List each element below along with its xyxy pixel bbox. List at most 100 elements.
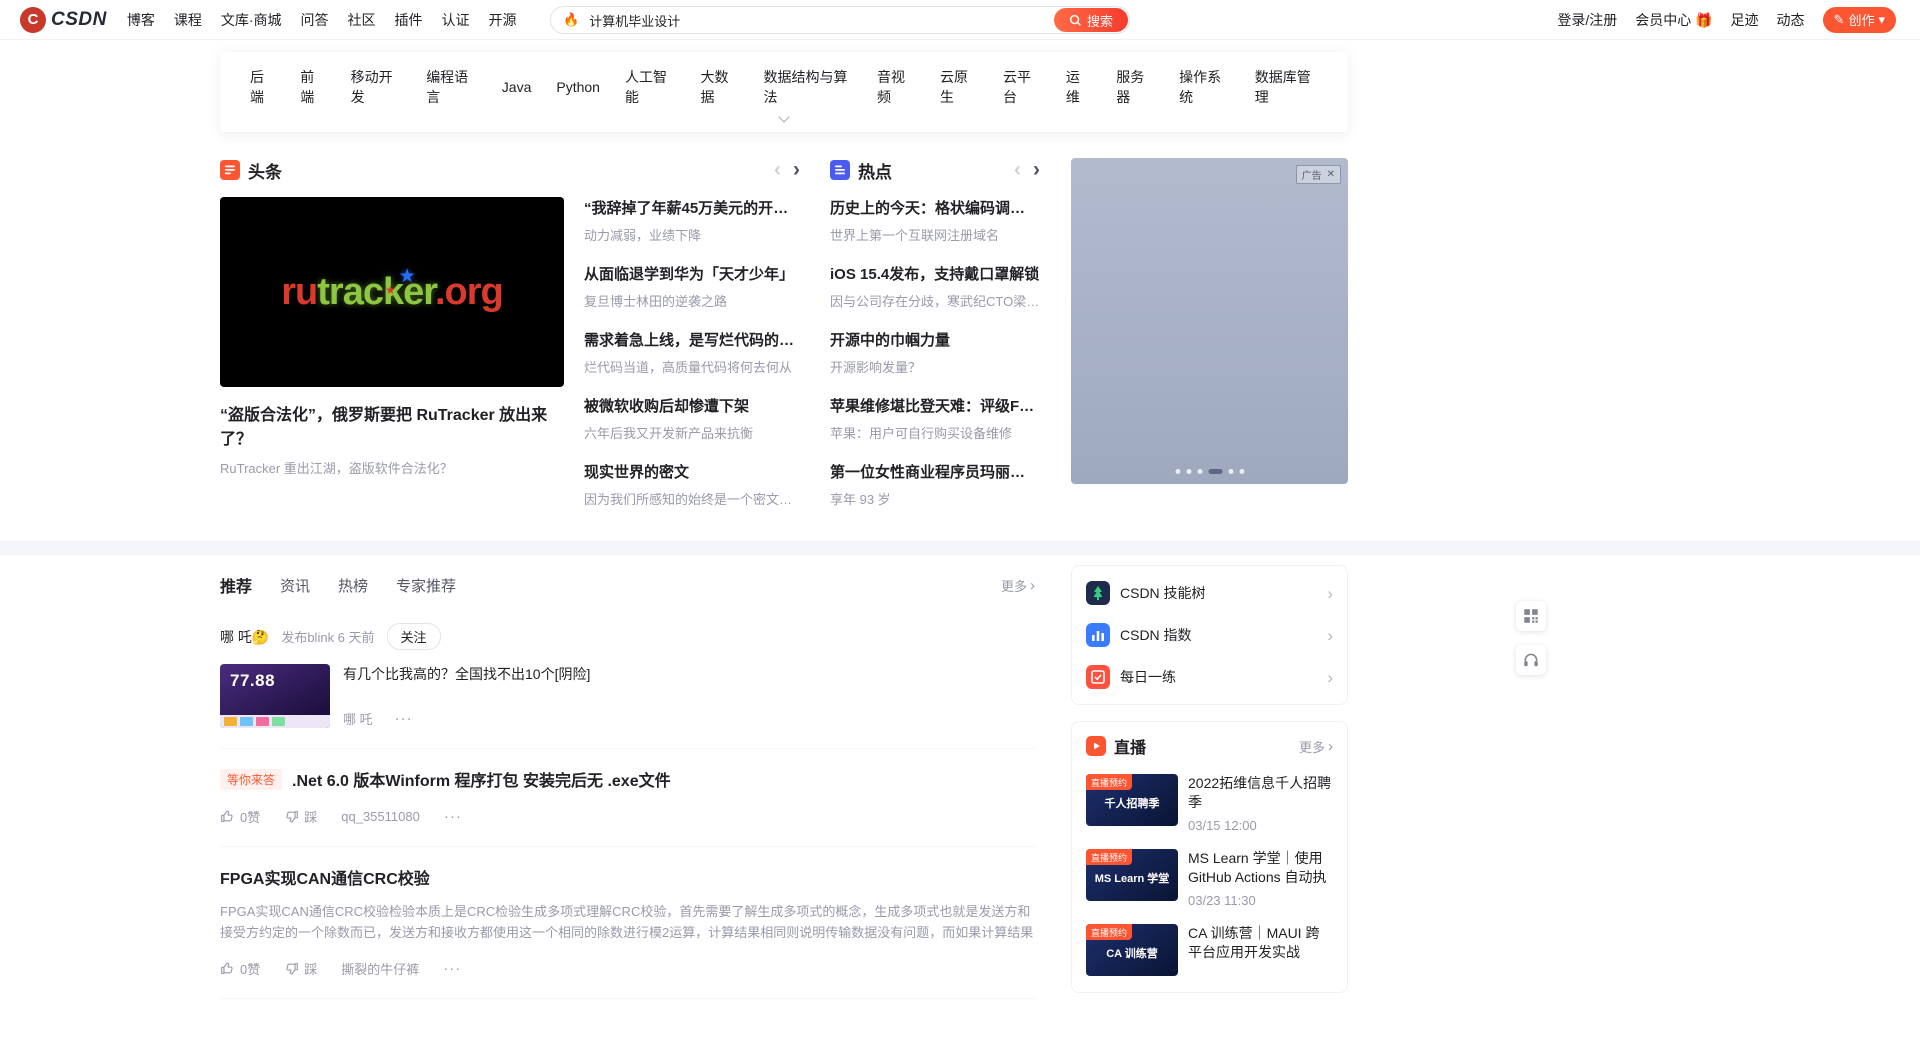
nav-plugin[interactable]: 插件	[395, 10, 423, 30]
footer-author[interactable]: 哪 吒	[343, 709, 373, 728]
nav-library-mall[interactable]: 文库·商城	[221, 10, 282, 30]
hot-prev-button[interactable]: ‹	[1014, 160, 1021, 180]
hot-next-button[interactable]: ›	[1033, 160, 1040, 180]
feed-item-question[interactable]: 等你来答 .Net 6.0 版本Winform 程序打包 安装完后无 .exe文…	[220, 749, 1035, 847]
carousel-dot[interactable]	[1175, 469, 1180, 474]
headline-image[interactable]: rutracker.org ★ ★	[220, 197, 564, 387]
tab-expert[interactable]: 专家推荐	[396, 575, 456, 596]
csdn-logo[interactable]: C CSDN	[20, 7, 107, 33]
dislike-button[interactable]: 踩	[284, 807, 317, 826]
feed-item-blog[interactable]: FPGA实现CAN通信CRC校验 FPGA实现CAN通信CRC校验检验本质上是C…	[220, 847, 1035, 999]
sidebar-item-csdn-index[interactable]: CSDN 指数 ›	[1086, 614, 1333, 656]
news-item[interactable]: 从面临退学到华为「天才少年」 复旦博士林田的逆袭之路	[584, 263, 800, 310]
news-item[interactable]: 现实世界的密文 因为我们所感知的始终是一个密文世界…	[584, 461, 800, 508]
like-button[interactable]: 0赞	[220, 959, 260, 978]
ad-banner[interactable]: 广告 ✕	[1071, 158, 1348, 484]
create-button[interactable]: ✎ 创作 ▾	[1823, 7, 1896, 33]
tab-news[interactable]: 资讯	[280, 575, 310, 596]
nav-qa[interactable]: 问答	[301, 10, 329, 30]
like-button[interactable]: 0赞	[220, 807, 260, 826]
author-name[interactable]: 哪 吒🤔	[220, 627, 269, 647]
live-badge: 直播预约	[1086, 774, 1132, 790]
more-options-icon[interactable]: ···	[444, 808, 462, 825]
nav-blog[interactable]: 博客	[127, 10, 155, 30]
tab-recommend[interactable]: 推荐	[220, 573, 252, 597]
live-thumbnail: 直播预约 MS Learn 学堂	[1086, 849, 1178, 901]
news-item[interactable]: 历史上的今天：格状编码调制的发… 世界上第一个互联网注册域名	[830, 197, 1040, 244]
nav-certification[interactable]: 认证	[442, 10, 470, 30]
footprint-link[interactable]: 足迹	[1731, 10, 1759, 30]
live-more-link[interactable]: 更多 ›	[1299, 737, 1333, 756]
category-item[interactable]: 前端	[300, 67, 325, 107]
category-item[interactable]: 数据库管理	[1255, 67, 1318, 107]
nav-course[interactable]: 课程	[174, 10, 202, 30]
carousel-dot-active[interactable]	[1208, 469, 1222, 474]
headlines-icon	[220, 160, 240, 180]
news-item[interactable]: 苹果维修堪比登天难：评级F，获... 苹果：用户可自行购买设备维修	[830, 395, 1040, 442]
search-button[interactable]: 搜索	[1054, 8, 1128, 32]
category-expand-button[interactable]	[250, 107, 1318, 128]
category-item[interactable]: 运维	[1066, 67, 1091, 107]
post-text[interactable]: 有几个比我高的？全国找不出10个[阴险]	[343, 664, 1035, 684]
customer-service-button[interactable]	[1516, 645, 1546, 675]
tab-ranking[interactable]: 热榜	[338, 575, 368, 596]
feed-item-blink[interactable]: 哪 吒🤔 发布blink 6 天前 关注 77.88 有几个比我高的？全国找不出…	[220, 605, 1035, 749]
search-input[interactable]	[581, 13, 1129, 28]
live-item[interactable]: 直播预约 CA 训练营 CA 训练营｜MAUI 跨平台应用开发实战	[1086, 924, 1333, 976]
more-options-icon[interactable]: ···	[395, 710, 413, 727]
carousel-dot[interactable]	[1186, 469, 1191, 474]
moments-link[interactable]: 动态	[1777, 10, 1805, 30]
carousel-dot[interactable]	[1239, 469, 1244, 474]
sidebar-item-skill-tree[interactable]: CSDN 技能树 ›	[1086, 572, 1333, 614]
category-item[interactable]: 音视频	[877, 67, 915, 107]
post-thumbnail[interactable]: 77.88	[220, 664, 330, 728]
headline-main-story[interactable]: rutracker.org ★ ★ “盗版合法化”，俄罗斯要把 RuTracke…	[220, 197, 564, 527]
category-item[interactable]: Java	[502, 79, 532, 95]
news-item[interactable]: 第一位女性商业程序员玛丽库姆斯… 享年 93 岁	[830, 461, 1040, 508]
news-item[interactable]: 被微软收购后却惨遭下架 六年后我又开发新产品来抗衡	[584, 395, 800, 442]
category-item[interactable]: 移动开发	[351, 67, 402, 107]
carousel-dot[interactable]	[1197, 469, 1202, 474]
live-item[interactable]: 直播预约 MS Learn 学堂 MS Learn 学堂｜使用 GitHub A…	[1086, 849, 1333, 908]
post-title[interactable]: .Net 6.0 版本Winform 程序打包 安装完后无 .exe文件	[292, 767, 671, 791]
sidebar-item-daily-practice[interactable]: 每日一练 ›	[1086, 656, 1333, 698]
carousel-dot[interactable]	[1228, 469, 1233, 474]
ad-close-icon[interactable]: ✕	[1327, 170, 1335, 180]
news-item[interactable]: 需求着急上线，是写烂代码的理由… 烂代码当道，高质量代码将何去何从	[584, 329, 800, 376]
news-item[interactable]: iOS 15.4发布，支持戴口罩解锁 因与公司存在分歧，寒武纪CTO梁军…	[830, 263, 1040, 310]
headlines-prev-button[interactable]: ‹	[774, 160, 781, 180]
news-item[interactable]: 开源中的巾帼力量 开源影响发量？	[830, 329, 1040, 376]
live-title[interactable]: MS Learn 学堂｜使用 GitHub Actions 自动执行…	[1188, 849, 1333, 887]
post-username[interactable]: 撕裂的牛仔裤	[341, 959, 419, 978]
category-item[interactable]: Python	[556, 79, 600, 95]
category-item[interactable]: 大数据	[701, 67, 739, 107]
thumbnail-strip	[220, 715, 330, 728]
search-button-label: 搜索	[1087, 11, 1113, 30]
category-item[interactable]: 编程语言	[426, 67, 477, 107]
qr-code-button[interactable]	[1516, 601, 1546, 631]
live-title[interactable]: 2022拓维信息千人招聘季	[1188, 774, 1333, 812]
news-item[interactable]: “我辞掉了年薪45万美元的开发工作” 动力减弱，业绩下降	[584, 197, 800, 244]
category-item[interactable]: 云原生	[940, 67, 978, 107]
dislike-button[interactable]: 踩	[284, 959, 317, 978]
post-title[interactable]: FPGA实现CAN通信CRC校验	[220, 865, 1035, 889]
live-item[interactable]: 直播预约 千人招聘季 2022拓维信息千人招聘季 03/15 12:00	[1086, 774, 1333, 833]
category-item[interactable]: 操作系统	[1179, 67, 1230, 107]
category-item[interactable]: 数据结构与算法	[764, 67, 853, 107]
nav-community[interactable]: 社区	[348, 10, 376, 30]
headlines-next-button[interactable]: ›	[793, 160, 800, 180]
thumbs-up-icon	[220, 961, 235, 976]
category-item[interactable]: 服务器	[1116, 67, 1154, 107]
search-bar[interactable]: 🔥 搜索	[550, 6, 1130, 34]
feed-more-link[interactable]: 更多 ›	[1001, 576, 1035, 595]
nav-opensource[interactable]: 开源	[489, 10, 517, 30]
login-register-link[interactable]: 登录/注册	[1557, 10, 1617, 30]
category-item[interactable]: 后端	[250, 67, 275, 107]
follow-button[interactable]: 关注	[387, 623, 441, 650]
vip-center-link[interactable]: 会员中心 🎁	[1635, 10, 1712, 30]
post-username[interactable]: qq_35511080	[341, 809, 420, 824]
category-item[interactable]: 人工智能	[625, 67, 676, 107]
category-item[interactable]: 云平台	[1003, 67, 1041, 107]
more-options-icon[interactable]: ···	[443, 960, 461, 977]
live-title[interactable]: CA 训练营｜MAUI 跨平台应用开发实战	[1188, 924, 1333, 962]
